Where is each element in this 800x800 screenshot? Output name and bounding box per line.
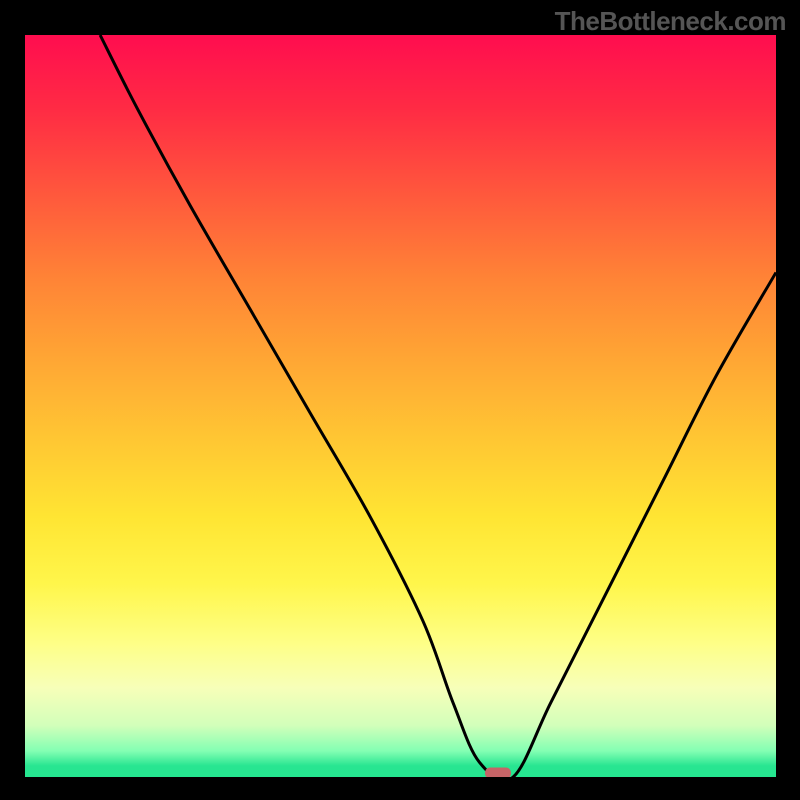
- bottleneck-curve: [25, 35, 776, 777]
- plot-area: [25, 35, 776, 777]
- watermark-text: TheBottleneck.com: [555, 6, 786, 37]
- curve-line: [100, 35, 776, 777]
- optimal-point-marker: [485, 768, 511, 778]
- chart-frame: TheBottleneck.com: [0, 0, 800, 800]
